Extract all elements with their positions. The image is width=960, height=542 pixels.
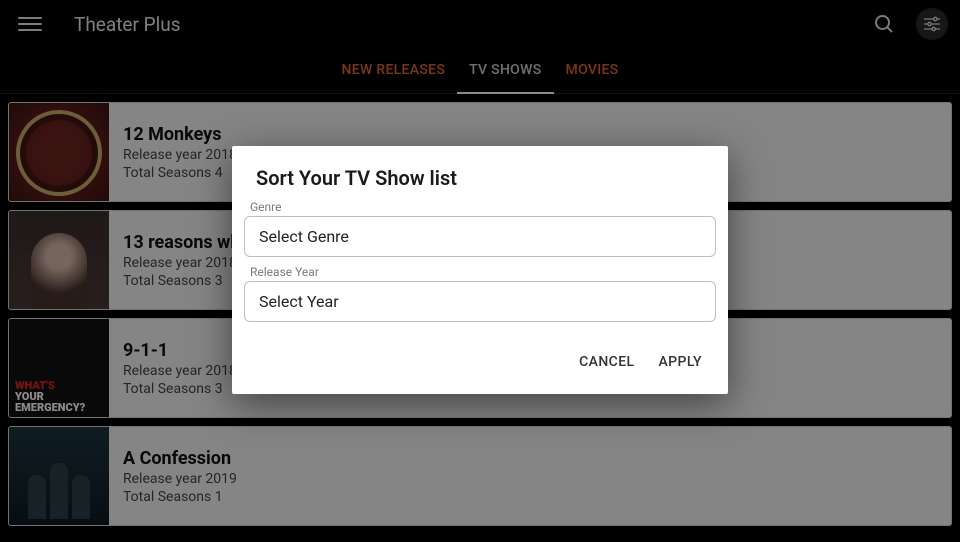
year-label: Release Year [244,265,716,279]
sort-dialog: Sort Your TV Show list Genre Select Genr… [232,146,728,394]
genre-select[interactable]: Select Genre [244,216,716,257]
cancel-button[interactable]: CANCEL [577,348,636,376]
dialog-title: Sort Your TV Show list [232,166,728,200]
apply-button[interactable]: APPLY [656,348,704,376]
genre-label: Genre [244,200,716,214]
year-select[interactable]: Select Year [244,281,716,322]
modal-overlay[interactable]: Sort Your TV Show list Genre Select Genr… [0,0,960,540]
